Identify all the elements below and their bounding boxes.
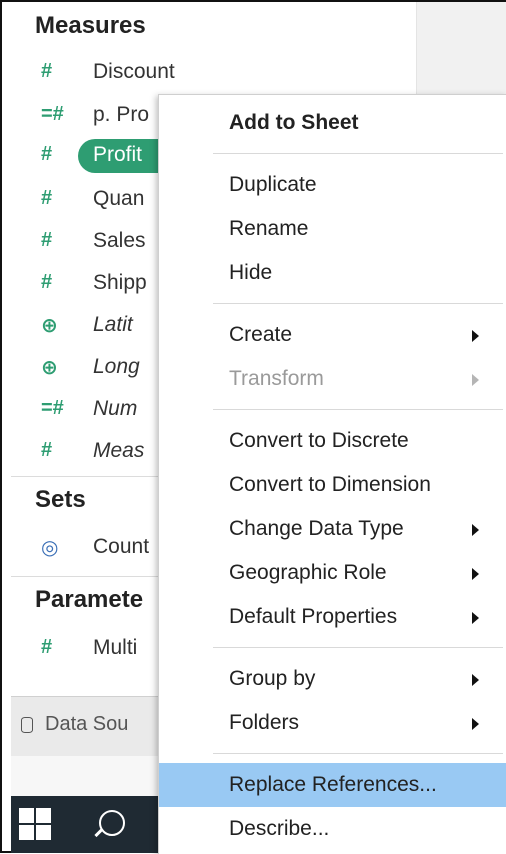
menu-item-folders[interactable]: Folders: [159, 703, 506, 743]
menu-item-label: Convert to Dimension: [229, 473, 431, 496]
measures-section-title: Measures: [35, 12, 146, 39]
menu-item-label: Folders: [229, 711, 300, 734]
field-label: Multi: [93, 636, 138, 659]
menu-item-rename[interactable]: Rename: [159, 209, 506, 249]
sets-section-title: Sets: [35, 486, 86, 513]
calculated-number-icon: =#: [41, 397, 64, 419]
menu-item-convert-to-discrete[interactable]: Convert to Discrete: [159, 421, 506, 461]
number-icon: #: [41, 229, 53, 251]
menu-separator: [213, 753, 503, 754]
view-canvas: [416, 2, 506, 94]
menu-item-label: Change Data Type: [229, 517, 404, 540]
menu-item-transform: Transform: [159, 359, 506, 399]
data-source-tab-label: Data Sou: [45, 713, 129, 735]
submenu-arrow-icon: [472, 612, 479, 624]
field-label: p. Pro: [93, 103, 150, 126]
menu-item-duplicate[interactable]: Duplicate: [159, 165, 506, 205]
field-label: Latit: [93, 313, 133, 336]
field-label: Shipp: [93, 271, 147, 294]
number-icon: #: [41, 636, 53, 658]
menu-item-hide[interactable]: Hide: [159, 253, 506, 293]
context-menu: Add to Sheet Duplicate Rename Hide Creat…: [158, 94, 506, 854]
field-label: Sales: [93, 229, 146, 252]
submenu-arrow-icon: [472, 524, 479, 536]
submenu-arrow-icon: [472, 374, 479, 386]
menu-item-label: Create: [229, 323, 293, 346]
menu-item-default-properties[interactable]: Default Properties: [159, 597, 506, 637]
parameters-section-title: Paramete: [35, 586, 144, 613]
field-discount[interactable]: # Discount: [31, 56, 411, 92]
menu-item-label: Duplicate: [229, 173, 317, 196]
database-icon: [21, 717, 33, 733]
menu-item-geographic-role[interactable]: Geographic Role: [159, 553, 506, 593]
number-icon: #: [41, 187, 53, 209]
menu-item-label: Transform: [229, 367, 324, 390]
menu-separator: [213, 409, 503, 410]
menu-item-label: Add to Sheet: [229, 111, 359, 134]
menu-item-create[interactable]: Create: [159, 315, 506, 355]
field-label: Quan: [93, 187, 145, 210]
menu-item-replace-references[interactable]: Replace References...: [159, 763, 506, 807]
field-label: Long: [93, 355, 140, 378]
menu-separator: [213, 303, 503, 304]
menu-item-label: Default Properties: [229, 605, 398, 628]
field-label: Profit: [93, 143, 143, 166]
menu-item-label: Geographic Role: [229, 561, 387, 584]
menu-item-convert-to-dimension[interactable]: Convert to Dimension: [159, 465, 506, 505]
number-icon: #: [41, 271, 53, 293]
menu-item-label: Convert to Discrete: [229, 429, 409, 452]
field-label: Meas: [93, 439, 145, 462]
set-icon: ◎: [41, 537, 59, 559]
menu-item-change-data-type[interactable]: Change Data Type: [159, 509, 506, 549]
menu-item-label: Rename: [229, 217, 309, 240]
field-label: Discount: [93, 60, 175, 83]
submenu-arrow-icon: [472, 330, 479, 342]
number-icon: #: [41, 143, 53, 165]
menu-separator: [213, 647, 503, 648]
field-label: Count: [93, 535, 150, 558]
menu-item-label: Replace References...: [229, 773, 437, 796]
menu-item-add-to-sheet[interactable]: Add to Sheet: [159, 103, 506, 143]
submenu-arrow-icon: [472, 568, 479, 580]
number-icon: #: [41, 439, 53, 461]
field-label: Num: [93, 397, 138, 420]
search-icon[interactable]: [99, 810, 125, 836]
menu-separator: [213, 153, 503, 154]
calculated-number-icon: =#: [41, 103, 64, 125]
submenu-arrow-icon: [472, 718, 479, 730]
globe-icon: ⊕: [41, 315, 58, 337]
menu-item-group-by[interactable]: Group by: [159, 659, 506, 699]
menu-item-label: Describe...: [229, 817, 330, 840]
menu-item-describe[interactable]: Describe...: [159, 809, 506, 849]
menu-item-label: Hide: [229, 261, 273, 284]
number-icon: #: [41, 60, 53, 82]
windows-start-icon[interactable]: [19, 808, 51, 840]
menu-item-label: Group by: [229, 667, 316, 690]
globe-icon: ⊕: [41, 357, 58, 379]
submenu-arrow-icon: [472, 674, 479, 686]
